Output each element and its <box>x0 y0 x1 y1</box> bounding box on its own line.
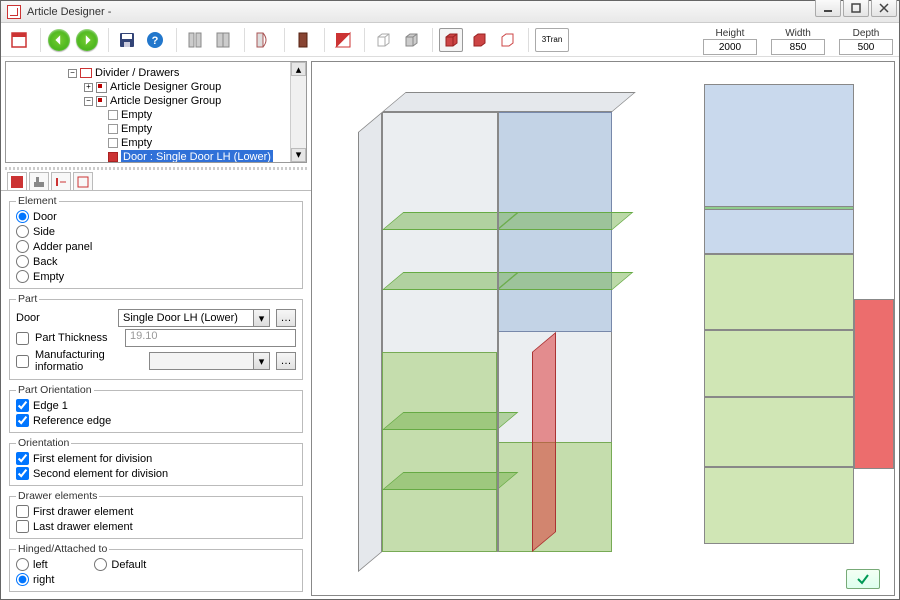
hinged-default-radio[interactable] <box>94 558 107 571</box>
app-icon <box>7 5 21 19</box>
manuf-browse[interactable]: … <box>276 352 296 370</box>
width-input[interactable] <box>771 39 825 55</box>
part-thickness-value: 19.10 <box>125 329 296 347</box>
depth-label: Depth <box>853 28 880 39</box>
tree-scrollbar[interactable]: ▴▾ <box>290 62 306 162</box>
panel-a-button[interactable] <box>183 28 207 52</box>
drawer-last-check[interactable] <box>16 520 29 533</box>
part-door-combo[interactable]: Single Door LH (Lower)▾ <box>118 309 270 327</box>
edge1-check[interactable] <box>16 399 29 412</box>
orient-first-check[interactable] <box>16 452 29 465</box>
orientation-group: Orientation First element for division S… <box>9 437 303 486</box>
help-button[interactable]: ? <box>143 28 167 52</box>
height-label: Height <box>716 28 745 39</box>
back-button[interactable] <box>47 28 71 52</box>
property-tabs <box>1 170 311 191</box>
toolbar: ? 3Tran Height Width Depth <box>1 23 899 57</box>
tab-3[interactable] <box>51 172 71 190</box>
hinge-button[interactable] <box>251 28 275 52</box>
manuf-check[interactable] <box>16 355 29 368</box>
element-empty-radio[interactable] <box>16 270 29 283</box>
title-bar: Article Designer - <box>1 1 899 23</box>
tree-panel: −Divider / Drawers +Article Designer Gro… <box>5 61 307 163</box>
part-thickness-check[interactable] <box>16 332 29 345</box>
hinged-group: Hinged/Attached to left right Default <box>9 543 303 592</box>
door-button[interactable] <box>291 28 315 52</box>
tree-group-a[interactable]: +Article Designer Group <box>8 80 304 94</box>
tab-1[interactable] <box>7 172 27 190</box>
viewport-3d[interactable] <box>311 61 895 596</box>
depth-input[interactable] <box>839 39 893 55</box>
svg-text:?: ? <box>152 35 159 47</box>
tree-item-empty[interactable]: Empty <box>8 136 304 150</box>
box-solid-button[interactable] <box>399 28 423 52</box>
cabinet-2d <box>704 84 894 544</box>
height-input[interactable] <box>703 39 757 55</box>
maximize-button[interactable] <box>843 0 869 17</box>
minimize-button[interactable] <box>815 0 841 17</box>
drawer-group: Drawer elements First drawer element Las… <box>9 490 303 539</box>
trans-button[interactable]: 3Tran <box>535 28 569 52</box>
hinged-right-radio[interactable] <box>16 573 29 586</box>
tree-item-empty[interactable]: Empty <box>8 108 304 122</box>
forward-button[interactable] <box>75 28 99 52</box>
tab-2[interactable] <box>29 172 49 190</box>
drawer-first-check[interactable] <box>16 505 29 518</box>
box-red2-button[interactable] <box>467 28 491 52</box>
element-door-radio[interactable] <box>16 210 29 223</box>
tree-item-selected[interactable]: Door : Single Door LH (Lower) <box>8 150 304 163</box>
manuf-combo[interactable]: ▾ <box>149 352 270 370</box>
part-orient-group: Part Orientation Edge 1 Reference edge <box>9 384 303 433</box>
part-door-browse[interactable]: … <box>276 309 296 327</box>
window-title: Article Designer - <box>27 6 111 18</box>
tree-root[interactable]: −Divider / Drawers <box>8 66 304 80</box>
element-back-radio[interactable] <box>16 255 29 268</box>
orient-second-check[interactable] <box>16 467 29 480</box>
element-adder-radio[interactable] <box>16 240 29 253</box>
close-button[interactable] <box>871 0 897 17</box>
box-wire2-button[interactable] <box>495 28 519 52</box>
tab-4[interactable] <box>73 172 93 190</box>
tree-item-empty[interactable]: Empty <box>8 122 304 136</box>
box-red-button[interactable] <box>439 28 463 52</box>
refedge-check[interactable] <box>16 414 29 427</box>
save-button[interactable] <box>115 28 139 52</box>
element-group: Element Door Side Adder panel Back Empty <box>9 195 303 289</box>
width-label: Width <box>785 28 811 39</box>
cabinet-3d <box>352 92 652 562</box>
ok-button[interactable] <box>846 569 880 589</box>
part-door-label: Door <box>16 312 112 324</box>
element-side-radio[interactable] <box>16 225 29 238</box>
new-button[interactable] <box>7 28 31 52</box>
part-group: Part Door Single Door LH (Lower)▾ … Part… <box>9 293 303 380</box>
panel-b-button[interactable] <box>211 28 235 52</box>
tree-group-b[interactable]: −Article Designer Group <box>8 94 304 108</box>
hinged-left-radio[interactable] <box>16 558 29 571</box>
split-button[interactable] <box>331 28 355 52</box>
box-wire-button[interactable] <box>371 28 395 52</box>
